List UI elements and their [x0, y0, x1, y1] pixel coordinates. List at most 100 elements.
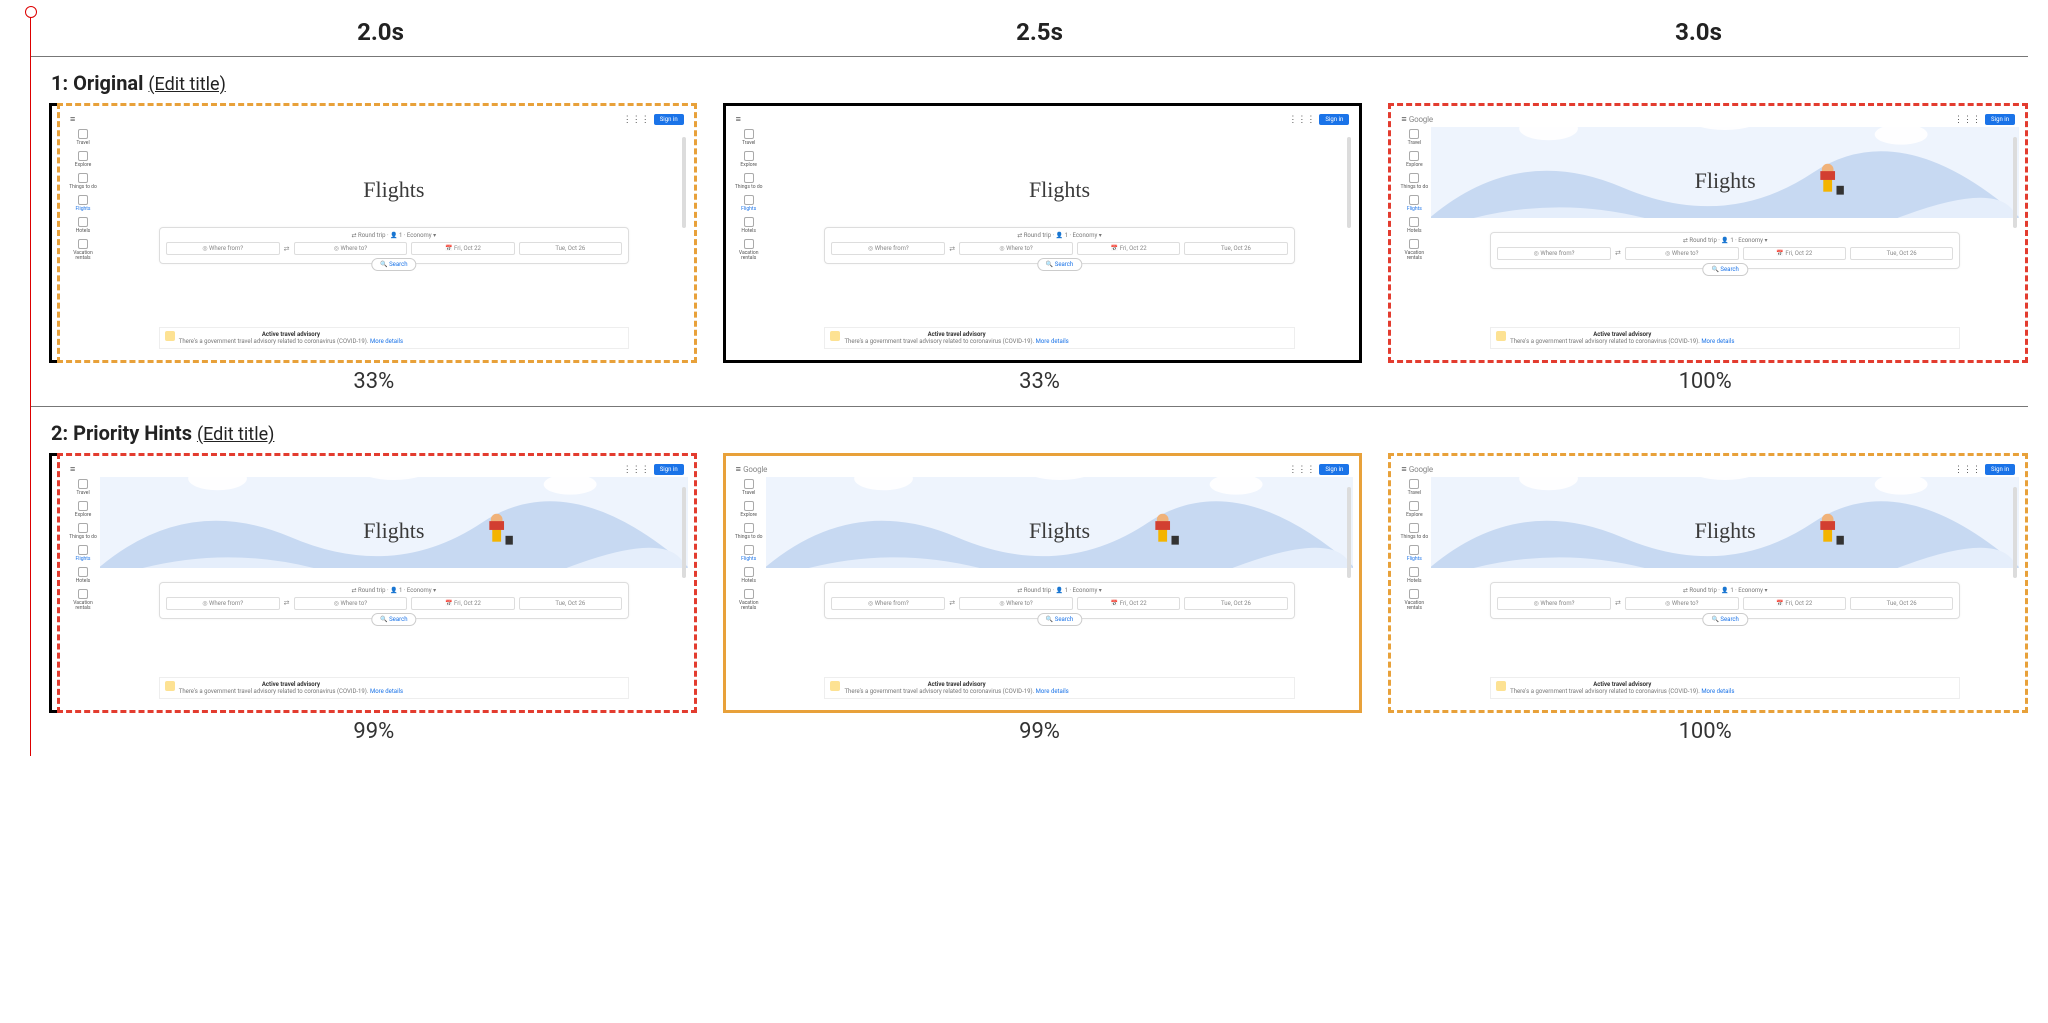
hamburger-icon[interactable]: ≡	[70, 464, 75, 475]
search-button[interactable]: 🔍 Search	[1702, 613, 1747, 626]
from-input[interactable]: ◎ Where from?	[166, 242, 280, 255]
search-card: ⇄ Round trip · 👤 1 · Economy ▾ ◎ Where f…	[1490, 582, 1960, 619]
row-1-frame-2[interactable]: ≡ Google ⋮⋮⋮ Sign in TravelExploreThings…	[1388, 103, 2028, 363]
swap-icon[interactable]: ⇄	[1615, 249, 1621, 257]
search-button[interactable]: 🔍 Search	[1037, 258, 1082, 271]
depart-date[interactable]: 📅 Fri, Oct 22	[411, 597, 514, 610]
sign-in-button[interactable]: Sign in	[654, 114, 684, 125]
advisory-more-link[interactable]: More details	[370, 688, 403, 695]
swap-icon[interactable]: ⇄	[284, 599, 290, 607]
sign-in-button[interactable]: Sign in	[1319, 114, 1349, 125]
depart-date[interactable]: 📅 Fri, Oct 22	[1077, 597, 1180, 610]
scrollbar[interactable]	[682, 487, 686, 578]
sidebar[interactable]: TravelExploreThings to doFlightsHotelsVa…	[1397, 127, 1431, 355]
swap-icon[interactable]: ⇄	[949, 599, 955, 607]
test-row-1: 1: Original (Edit title) ≡ ⋮⋮⋮ Sign in T…	[31, 57, 2028, 407]
sign-in-button[interactable]: Sign in	[1985, 114, 2015, 125]
depart-date[interactable]: 📅 Fri, Oct 22	[1077, 242, 1180, 255]
hamburger-icon[interactable]: ≡ Google	[1401, 464, 1433, 475]
warning-icon	[830, 681, 840, 691]
to-input[interactable]: ◎ Where to?	[959, 242, 1073, 255]
scrollbar[interactable]	[682, 137, 686, 228]
depart-date[interactable]: 📅 Fri, Oct 22	[411, 242, 514, 255]
flights-heading: Flights	[766, 518, 1354, 544]
search-button[interactable]: 🔍 Search	[371, 613, 416, 626]
scrollbar[interactable]	[1347, 137, 1351, 228]
from-input[interactable]: ◎ Where from?	[1497, 247, 1611, 260]
warning-icon	[165, 331, 175, 341]
advisory-more-link[interactable]: More details	[1701, 688, 1734, 695]
row-1-frame-0[interactable]: ≡ ⋮⋮⋮ Sign in TravelExploreThings to doF…	[57, 103, 697, 363]
row-2-frame-0-pct: 99%	[51, 713, 697, 744]
from-input[interactable]: ◎ Where from?	[831, 597, 945, 610]
apps-icon[interactable]: ⋮⋮⋮	[1954, 115, 1981, 125]
apps-icon[interactable]: ⋮⋮⋮	[1954, 465, 1981, 475]
hamburger-icon[interactable]: ≡	[736, 114, 741, 125]
return-date[interactable]: Tue, Oct 26	[1850, 597, 1953, 610]
to-input[interactable]: ◎ Where to?	[294, 242, 408, 255]
sidebar[interactable]: TravelExploreThings to doFlightsHotelsVa…	[732, 477, 766, 705]
return-date[interactable]: Tue, Oct 26	[1850, 247, 1953, 260]
return-date[interactable]: Tue, Oct 26	[519, 597, 622, 610]
row-2-edit-title-link[interactable]: (Edit title)	[197, 424, 274, 445]
trip-chips[interactable]: ⇄ Round trip · 👤 1 · Economy ▾	[831, 587, 1287, 594]
trip-chips[interactable]: ⇄ Round trip · 👤 1 · Economy ▾	[166, 587, 622, 594]
row-1-frame-1[interactable]: ≡ ⋮⋮⋮ Sign in TravelExploreThings to doF…	[723, 103, 1363, 363]
advisory-more-link[interactable]: More details	[1036, 338, 1069, 345]
return-date[interactable]: Tue, Oct 26	[519, 242, 622, 255]
depart-date[interactable]: 📅 Fri, Oct 22	[1743, 247, 1846, 260]
apps-icon[interactable]: ⋮⋮⋮	[1288, 115, 1315, 125]
scrollbar[interactable]	[1347, 487, 1351, 578]
from-input[interactable]: ◎ Where from?	[831, 242, 945, 255]
apps-icon[interactable]: ⋮⋮⋮	[623, 115, 650, 125]
sidebar[interactable]: TravelExploreThings to doFlightsHotelsVa…	[732, 127, 766, 355]
advisory-more-link[interactable]: More details	[370, 338, 403, 345]
hero-image	[100, 127, 688, 218]
advisory-more-link[interactable]: More details	[1701, 338, 1734, 345]
time-label-2: 3.0s	[1369, 18, 2028, 46]
scrollbar[interactable]	[2013, 137, 2017, 228]
sign-in-button[interactable]: Sign in	[654, 464, 684, 475]
trip-chips[interactable]: ⇄ Round trip · 👤 1 · Economy ▾	[831, 232, 1287, 239]
to-input[interactable]: ◎ Where to?	[1625, 247, 1739, 260]
to-input[interactable]: ◎ Where to?	[1625, 597, 1739, 610]
row-2-frame-2[interactable]: ≡ Google ⋮⋮⋮ Sign in TravelExploreThings…	[1388, 453, 2028, 713]
to-input[interactable]: ◎ Where to?	[294, 597, 408, 610]
hamburger-icon[interactable]: ≡ Google	[736, 464, 768, 475]
row-2-frame-1[interactable]: ≡ Google ⋮⋮⋮ Sign in TravelExploreThings…	[723, 453, 1363, 713]
trip-chips[interactable]: ⇄ Round trip · 👤 1 · Economy ▾	[166, 232, 622, 239]
trip-chips[interactable]: ⇄ Round trip · 👤 1 · Economy ▾	[1497, 587, 1953, 594]
row-1-title: 1: Original (Edit title)	[51, 71, 2028, 103]
sidebar[interactable]: TravelExploreThings to doFlightsHotelsVa…	[66, 477, 100, 705]
search-button[interactable]: 🔍 Search	[1037, 613, 1082, 626]
swap-icon[interactable]: ⇄	[949, 245, 955, 253]
sign-in-button[interactable]: Sign in	[1985, 464, 2015, 475]
search-button[interactable]: 🔍 Search	[1702, 263, 1747, 276]
hamburger-icon[interactable]: ≡ Google	[1401, 114, 1433, 125]
swap-icon[interactable]: ⇄	[284, 245, 290, 253]
from-input[interactable]: ◎ Where from?	[1497, 597, 1611, 610]
depart-date[interactable]: 📅 Fri, Oct 22	[1743, 597, 1846, 610]
hamburger-icon[interactable]: ≡	[70, 114, 75, 125]
row-1-edit-title-link[interactable]: (Edit title)	[148, 74, 225, 95]
trip-chips[interactable]: ⇄ Round trip · 👤 1 · Economy ▾	[1497, 237, 1953, 244]
row-1-frame-1-pct: 33%	[717, 363, 1363, 394]
search-button[interactable]: 🔍 Search	[371, 258, 416, 271]
return-date[interactable]: Tue, Oct 26	[1184, 597, 1287, 610]
row-2-frame-0[interactable]: ≡ ⋮⋮⋮ Sign in TravelExploreThings to doF…	[57, 453, 697, 713]
sidebar[interactable]: TravelExploreThings to doFlightsHotelsVa…	[66, 127, 100, 355]
test-row-2: 2: Priority Hints (Edit title) ≡ ⋮⋮⋮ Sig…	[31, 407, 2028, 756]
to-input[interactable]: ◎ Where to?	[959, 597, 1073, 610]
scrollbar[interactable]	[2013, 487, 2017, 578]
apps-icon[interactable]: ⋮⋮⋮	[1288, 465, 1315, 475]
search-card: ⇄ Round trip · 👤 1 · Economy ▾ ◎ Where f…	[1490, 232, 1960, 269]
sidebar[interactable]: TravelExploreThings to doFlightsHotelsVa…	[1397, 477, 1431, 705]
swap-icon[interactable]: ⇄	[1615, 599, 1621, 607]
row-1-frame-2-pct: 100%	[1382, 363, 2028, 394]
sign-in-button[interactable]: Sign in	[1319, 464, 1349, 475]
travel-advisory: Active travel advisory There's a governm…	[159, 677, 629, 699]
apps-icon[interactable]: ⋮⋮⋮	[623, 465, 650, 475]
return-date[interactable]: Tue, Oct 26	[1184, 242, 1287, 255]
from-input[interactable]: ◎ Where from?	[166, 597, 280, 610]
advisory-more-link[interactable]: More details	[1036, 688, 1069, 695]
